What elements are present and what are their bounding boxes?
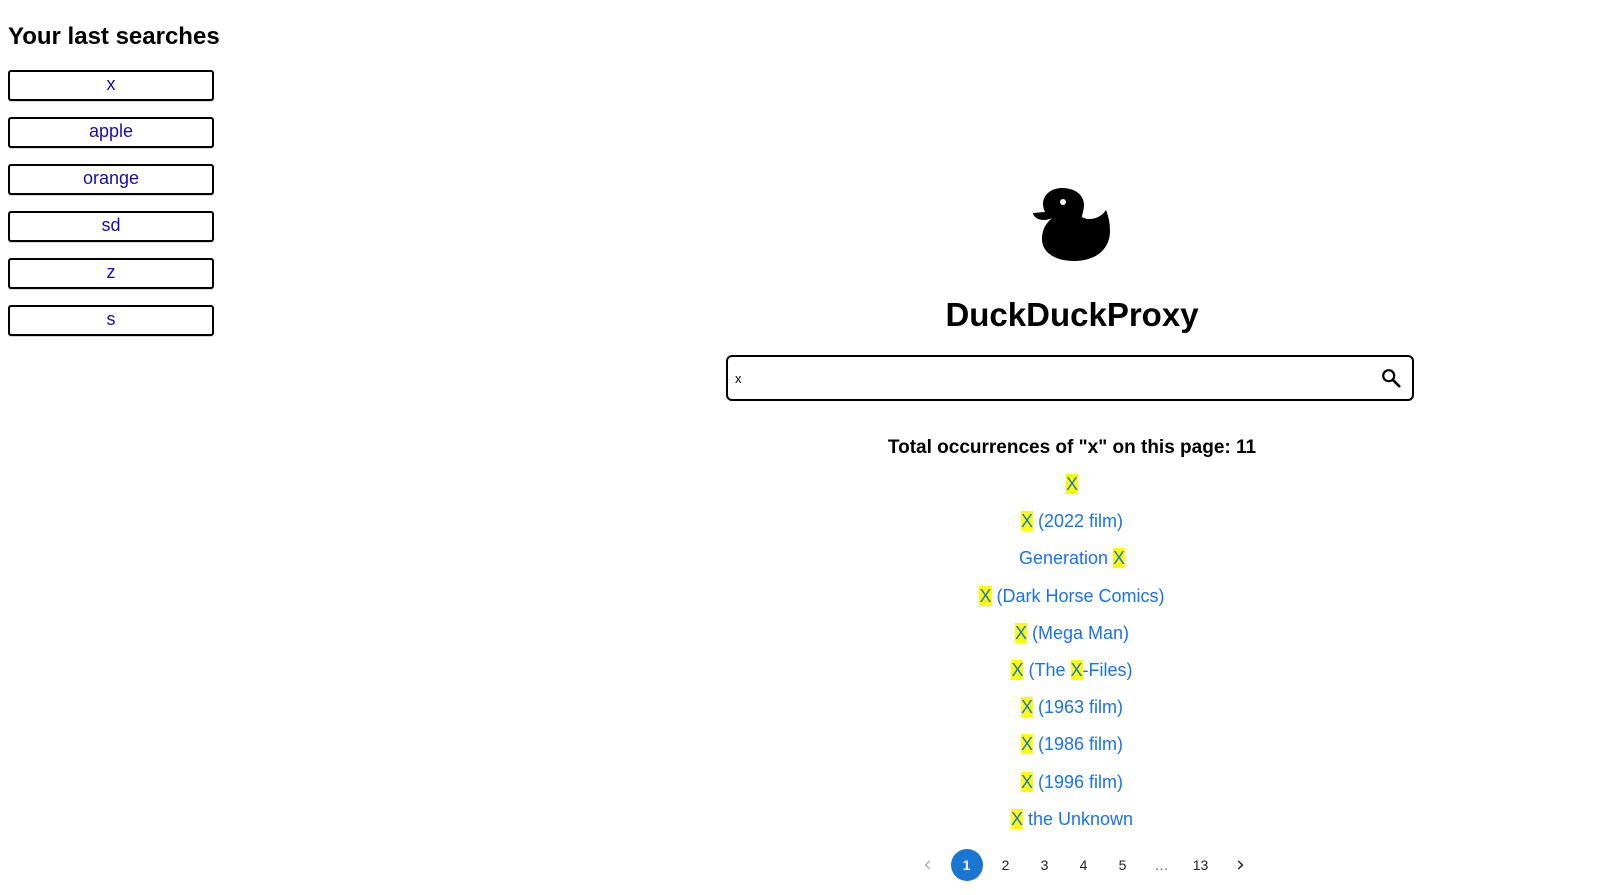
highlighted-match: X <box>1020 511 1033 532</box>
search-input[interactable] <box>728 363 1374 393</box>
recent-search-button[interactable]: x <box>8 70 214 101</box>
current-page-button[interactable]: 1 <box>950 849 983 881</box>
result-item: X (1996 film) <box>772 770 1372 807</box>
result-item: X (Dark Horse Comics) <box>772 584 1372 621</box>
result-text: (Dark Horse Comics) <box>991 585 1165 606</box>
result-link[interactable]: Generation X <box>1018 548 1126 569</box>
duck-icon <box>1033 188 1110 261</box>
search-button[interactable] <box>1374 361 1408 395</box>
result-item: X (1963 film) <box>772 695 1372 732</box>
highlighted-match: X <box>1070 659 1083 680</box>
result-text: (1963 film) <box>1032 697 1124 718</box>
recent-search-button[interactable]: apple <box>8 117 214 148</box>
result-text: -Files) <box>1082 659 1133 680</box>
result-link[interactable]: X <box>1065 474 1078 494</box>
result-link[interactable]: X (2022 film) <box>1020 511 1124 532</box>
page-numbers: 1 2 3 4 5… 13 <box>947 849 1220 881</box>
recent-search-button[interactable]: orange <box>8 164 214 195</box>
result-link[interactable]: X (1996 film) <box>1020 771 1124 792</box>
recent-search-button[interactable]: sd <box>8 211 214 242</box>
recent-search-button[interactable]: z <box>8 258 214 289</box>
next-page-button[interactable] <box>1224 849 1256 881</box>
result-link[interactable]: X (The X-Files) <box>1011 659 1133 680</box>
result-link[interactable]: X (Mega Man) <box>1014 622 1130 643</box>
page-button[interactable]: 13 <box>1185 849 1217 881</box>
result-item: X (1986 film) <box>772 732 1372 769</box>
search-icon <box>1382 369 1401 388</box>
recent-search-button[interactable]: s <box>8 305 214 336</box>
result-item: X (Mega Man) <box>772 621 1372 658</box>
result-item: X <box>772 472 1372 509</box>
result-item: X (The X-Files) <box>772 658 1372 695</box>
page-ellipsis: … <box>1146 849 1178 881</box>
search-bar <box>726 355 1414 401</box>
recent-searches-sidebar: Your last searches x apple orange sd z s <box>8 22 220 336</box>
previous-page-button[interactable] <box>912 849 944 881</box>
highlighted-match: X <box>1020 771 1033 792</box>
highlighted-match: X <box>1065 474 1078 494</box>
result-text: (Mega Man) <box>1026 622 1130 643</box>
results-list: XX (2022 film) Generation XX (Dark Horse … <box>772 472 1372 844</box>
highlighted-match: X <box>1014 622 1027 643</box>
result-text: (2022 film) <box>1032 511 1124 532</box>
pagination: 1 2 3 4 5… 13 <box>908 849 1259 881</box>
chevron-left-icon <box>924 860 930 870</box>
recent-searches-list: x apple orange sd z s <box>8 70 214 336</box>
result-link[interactable]: X (1963 film) <box>1020 697 1124 718</box>
result-link[interactable]: X the Unknown <box>1010 808 1134 829</box>
page-button[interactable]: 5 <box>1107 849 1139 881</box>
highlighted-match: X <box>1011 659 1024 680</box>
result-item: X the Unknown <box>772 807 1372 844</box>
result-text: (1996 film) <box>1032 771 1124 792</box>
result-text: Generation <box>1018 548 1114 569</box>
page-button[interactable]: 4 <box>1068 849 1100 881</box>
occurrences-count: Total occurrences of "x" on this page: 1… <box>887 437 1257 458</box>
result-text: (1986 film) <box>1032 734 1124 755</box>
result-item: X (2022 film) <box>772 509 1372 546</box>
highlighted-match: X <box>979 585 992 606</box>
highlighted-match: X <box>1020 734 1033 755</box>
app-title: DuckDuckProxy <box>945 296 1199 333</box>
page-button[interactable]: 3 <box>1029 849 1061 881</box>
result-link[interactable]: X (1986 film) <box>1020 734 1124 755</box>
page-button[interactable]: 2 <box>990 849 1022 881</box>
result-link[interactable]: X (Dark Horse Comics) <box>979 585 1165 606</box>
result-text: (The <box>1023 659 1071 680</box>
recent-searches-heading: Your last searches <box>8 23 220 50</box>
highlighted-match: X <box>1113 548 1126 569</box>
highlighted-match: X <box>1020 697 1033 718</box>
result-item: Generation X <box>772 546 1372 583</box>
result-text: the Unknown <box>1022 808 1134 829</box>
chevron-right-icon <box>1237 860 1243 870</box>
highlighted-match: X <box>1010 808 1023 829</box>
